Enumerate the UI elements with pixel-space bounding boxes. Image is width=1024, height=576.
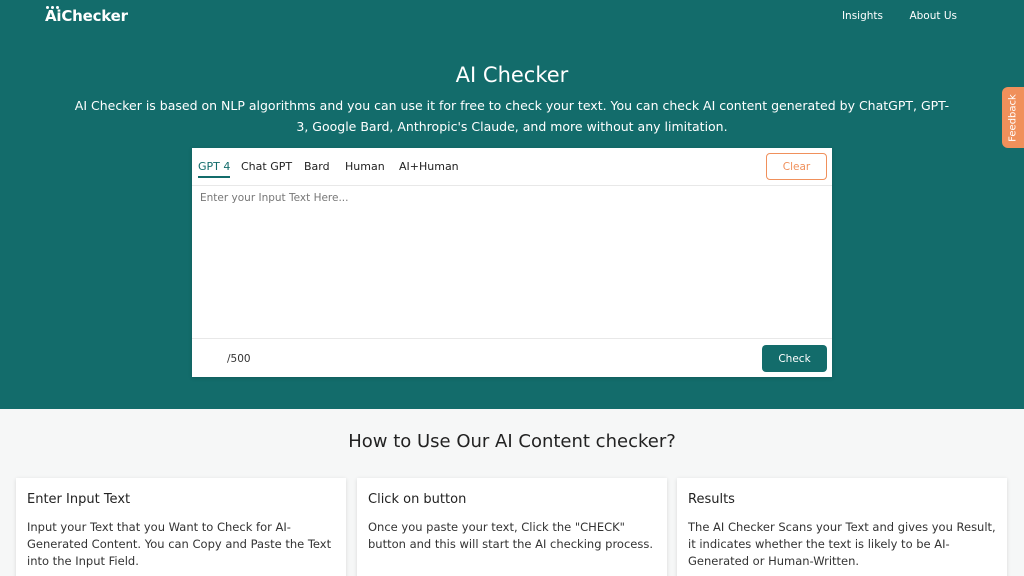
step-card-text: Input your Text that you Want to Check f… [27,520,332,568]
input-text-area[interactable] [192,186,832,338]
tab-bard[interactable]: Bard [304,160,330,176]
tab-gpt4[interactable]: GPT 4 [198,160,231,178]
logo-dots-icon [46,6,59,10]
tab-human[interactable]: Human [345,160,385,176]
checker-footer: /500 Check [192,338,832,377]
step-card-enter-text: Enter Input Text Input your Text that yo… [16,478,346,576]
step-card-results: Results The AI Checker Scans your Text a… [677,478,1007,576]
step-card-title: Enter Input Text [27,492,131,507]
tab-ai-human[interactable]: AI+Human [399,160,459,176]
page-title: AI Checker [455,63,569,87]
hero-section: Ai Checker Insights About Us AI Checker … [0,0,1024,409]
how-to-title: How to Use Our AI Content checker? [348,431,676,452]
nav-insights-link[interactable]: Insights [842,10,883,22]
step-card-title: Results [688,492,735,507]
feedback-label: Feedback [1007,93,1019,142]
step-card-click-button: Click on button Once you paste your text… [357,478,667,576]
page-description: AI Checker is based on NLP algorithms an… [74,98,950,134]
character-counter: /500 [227,353,251,365]
step-card-text: The AI Checker Scans your Text and gives… [688,520,996,568]
logo-mark: Ai [45,6,62,25]
step-card-text: Once you paste your text, Click the "CHE… [368,520,654,551]
check-button[interactable]: Check [762,345,827,372]
ai-checker-panel: GPT 4 Chat GPT Bard Human AI+Human Clear… [192,148,832,377]
step-card-title: Click on button [368,492,467,507]
nav-about-us-link[interactable]: About Us [909,10,957,22]
logo[interactable]: Ai Checker [45,6,128,26]
model-tabs: GPT 4 Chat GPT Bard Human AI+Human Clear [192,148,832,186]
tab-chat-gpt[interactable]: Chat GPT [241,160,292,176]
logo-suffix: Checker [61,7,128,25]
feedback-tab[interactable]: Feedback [1002,87,1024,148]
clear-button[interactable]: Clear [766,153,827,180]
